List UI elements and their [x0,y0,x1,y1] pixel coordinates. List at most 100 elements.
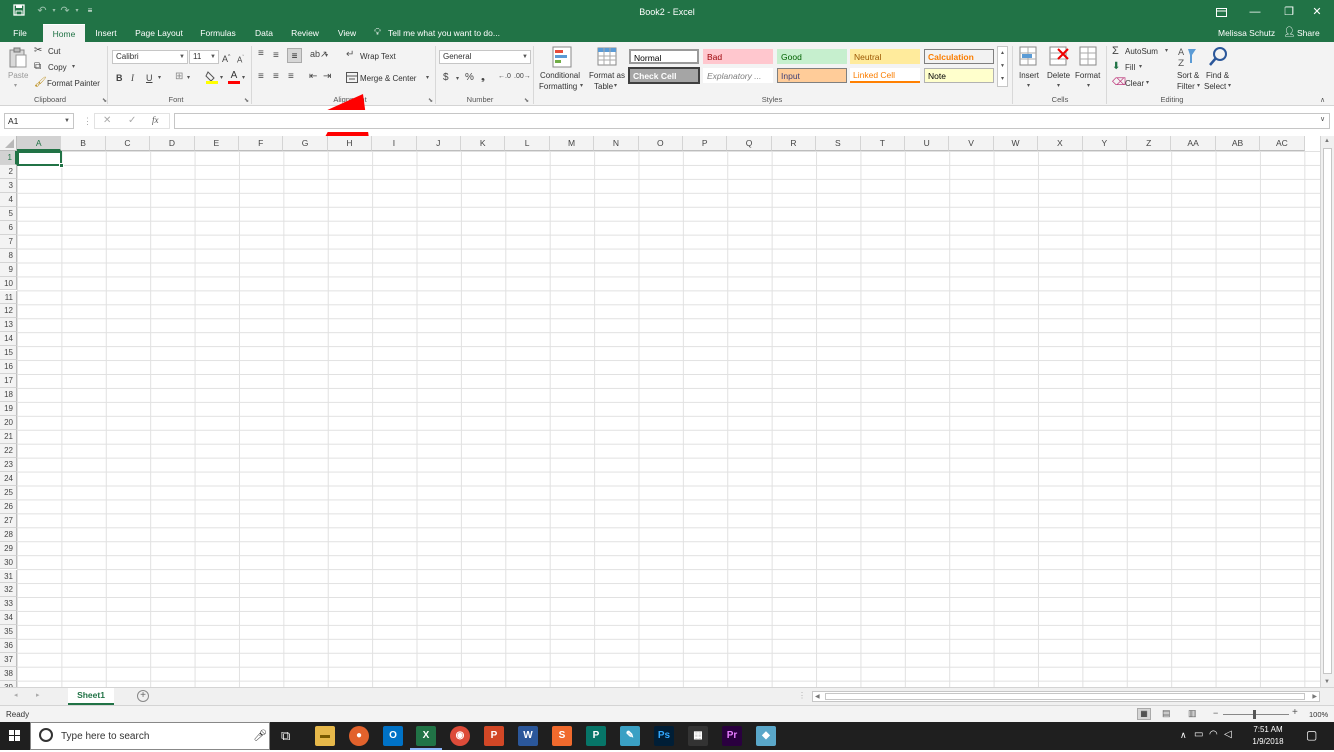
row-header[interactable]: 28 [0,527,17,542]
column-header[interactable]: B [61,136,106,151]
autosum-button[interactable]: AutoSum [1125,47,1158,56]
accounting-format-button[interactable]: $ [443,72,449,84]
sort-filter-button[interactable]: Sort & [1177,71,1199,80]
customize-quick-access-icon[interactable]: ≡ [83,4,97,18]
new-sheet-icon[interactable]: + [137,690,149,702]
row-header[interactable]: 35 [0,625,17,640]
bold-button[interactable]: B [116,72,123,84]
row-header[interactable]: 9 [0,262,17,277]
row-header[interactable]: 30 [0,555,17,570]
align-right-icon[interactable]: ≡ [288,71,294,83]
zoom-out-icon[interactable]: − [1213,708,1218,718]
tab-review[interactable]: Review [287,24,323,42]
column-header[interactable]: U [905,136,950,151]
clock-time[interactable]: 7:51 AM [1244,725,1292,734]
horizontal-scrollbar[interactable]: ◀ ▶ [812,691,1320,702]
prev-sheet-icon[interactable]: ◂ [14,691,18,699]
excel-taskbar-icon[interactable]: X [416,726,436,746]
style-check-cell[interactable]: Check Cell [628,67,700,84]
column-header[interactable]: I [372,136,417,151]
start-button[interactable] [0,722,30,750]
font-size-combo[interactable]: 11 ▼ [189,50,219,64]
active-cell-outline[interactable] [17,151,64,168]
row-header[interactable]: 37 [0,653,17,668]
fill-color-dropdown-icon[interactable]: ▾ [220,74,223,81]
user-name[interactable]: Melissa Schutz [1218,28,1275,38]
style-normal[interactable]: Normal [629,49,699,64]
wrap-text-button[interactable]: Wrap Text [360,52,396,61]
column-header[interactable]: AC [1260,136,1305,151]
cell-grid[interactable] [17,151,1320,687]
fill-dropdown-icon[interactable]: ▾ [1139,63,1142,70]
sheet-tab-sheet1[interactable]: Sheet1 [68,688,114,705]
microphone-icon[interactable]: 🎤︎ [253,729,267,742]
gallery-up-icon[interactable]: ▲ [998,47,1007,60]
vertical-scrollbar[interactable]: ▲ ▼ [1320,136,1334,687]
row-header[interactable]: 13 [0,318,17,333]
column-header[interactable]: W [993,136,1039,151]
horizontal-scroll-thumb[interactable] [825,693,1305,700]
column-header[interactable]: X [1038,136,1083,151]
alignment-launcher-icon[interactable]: ⬊ [428,97,433,104]
style-good[interactable]: Good [777,49,847,64]
percent-style-button[interactable]: % [465,72,474,84]
page-break-preview-icon[interactable]: ▥ [1188,708,1197,719]
confirm-entry-icon[interactable]: ✓ [128,115,136,126]
decrease-decimal-icon[interactable]: .00→ [514,71,531,83]
column-header[interactable]: N [594,136,639,151]
zoom-level[interactable]: 100% [1309,710,1328,719]
show-hidden-icons-icon[interactable]: ∧ [1180,730,1187,741]
accounting-dropdown-icon[interactable]: ▾ [456,75,459,82]
row-header[interactable]: 27 [0,513,17,528]
row-header[interactable]: 34 [0,611,17,626]
save-icon[interactable] [12,4,26,18]
tab-formulas[interactable]: Formulas [195,24,241,42]
row-header[interactable]: 3 [0,178,17,193]
column-header[interactable]: J [416,136,461,151]
underline-dropdown-icon[interactable]: ▾ [158,74,161,81]
insert-button[interactable]: Insert [1019,71,1039,80]
format-button[interactable]: Format [1075,71,1100,80]
collapse-ribbon-icon[interactable]: ∧ [1320,96,1325,104]
column-header[interactable]: AA [1171,136,1216,151]
clock-date[interactable]: 1/9/2018 [1244,737,1292,746]
borders-dropdown-icon[interactable]: ▾ [187,74,190,81]
volume-icon[interactable]: ◁ [1224,729,1232,740]
row-header[interactable]: 24 [0,471,17,486]
page-layout-view-icon[interactable]: ▤ [1162,708,1171,719]
insert-dropdown-icon[interactable]: ▾ [1027,82,1030,89]
paste-icon[interactable] [8,47,28,69]
format-as-table-dropdown-icon[interactable]: ▾ [614,82,617,89]
column-header[interactable]: L [505,136,550,151]
fill-color-icon[interactable] [205,70,219,84]
row-header[interactable]: 31 [0,569,17,584]
styles-gallery-scroll[interactable]: ▲ ▼ ▾ [997,46,1008,87]
row-header[interactable]: 21 [0,430,17,444]
middle-align-icon[interactable]: ≡ [273,50,279,62]
tab-view[interactable]: View [332,24,362,42]
zoom-slider-handle[interactable] [1253,710,1256,719]
row-header[interactable]: 8 [0,248,17,263]
copy-dropdown-icon[interactable]: ▾ [72,63,75,70]
bottom-align-icon[interactable]: ≡ [287,48,302,63]
row-header[interactable]: 12 [0,304,17,319]
row-header[interactable]: 2 [0,164,17,179]
find-select-button-line2[interactable]: Select [1204,82,1226,91]
row-header[interactable]: 29 [0,541,17,556]
column-header[interactable]: AB [1215,136,1261,151]
font-name-combo[interactable]: Calibri ▼ [112,50,188,64]
column-header[interactable]: O [638,136,683,151]
row-header[interactable]: 17 [0,374,17,389]
column-header[interactable]: Y [1082,136,1127,151]
name-box[interactable]: A1 ▼ [4,113,74,129]
notes-icon[interactable]: ✎ [620,726,640,746]
file-explorer-icon[interactable]: ▬ [315,726,335,746]
column-header[interactable]: G [283,136,328,151]
next-sheet-icon[interactable]: ▸ [36,691,40,699]
column-header[interactable]: Z [1127,136,1172,151]
italic-button[interactable]: I [131,72,134,84]
fill-button[interactable]: Fill [1125,63,1135,72]
conditional-formatting-button-line2[interactable]: Formatting [539,82,577,91]
column-header[interactable]: E [194,136,239,151]
row-header[interactable]: 15 [0,346,17,361]
